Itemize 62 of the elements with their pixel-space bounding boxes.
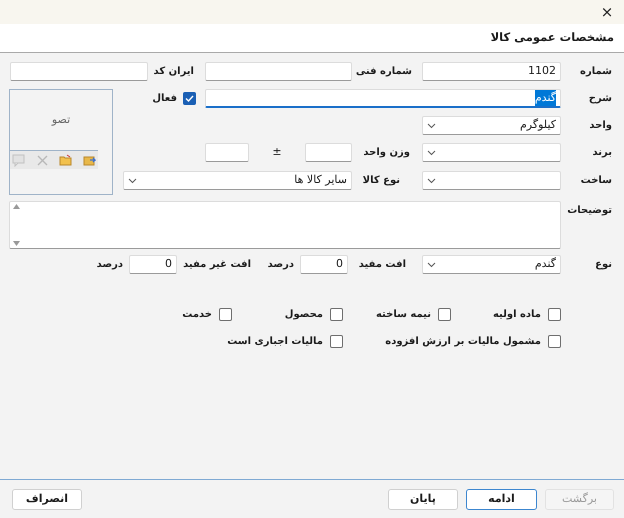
checkbox[interactable]: [330, 308, 343, 321]
input-field[interactable]: [205, 62, 352, 81]
checkbox[interactable]: [330, 335, 343, 348]
chevron-down-icon: [427, 150, 436, 156]
field-label: برند: [592, 146, 612, 160]
checkbox-label: فعال: [152, 92, 177, 106]
dropdown[interactable]: گندم: [422, 255, 561, 274]
scroll-down-icon[interactable]: [12, 241, 20, 246]
input-field[interactable]: 0: [300, 255, 348, 274]
close-button[interactable]: ×: [596, 2, 618, 22]
input-field[interactable]: 1102: [422, 62, 561, 81]
plus-minus-sign: ±: [272, 144, 282, 160]
dropdown[interactable]: کیلوگرم: [422, 116, 561, 135]
chevron-down-icon: [128, 178, 137, 184]
dialog-button[interactable]: انصراف: [12, 488, 82, 510]
scroll-up-icon[interactable]: [12, 204, 20, 209]
input-field[interactable]: [10, 62, 148, 81]
checkbox-label: ماده اولیه: [492, 308, 541, 322]
dropdown-value: گندم: [534, 256, 556, 272]
chevron-down-icon: [427, 178, 436, 184]
field-label: ساخت: [580, 174, 612, 188]
folder-icon[interactable]: [59, 154, 72, 166]
dropdown[interactable]: [422, 143, 561, 162]
scrollbar[interactable]: [10, 202, 22, 248]
checkbox-label: محصول: [284, 308, 323, 322]
field-label: نوع کالا: [362, 174, 400, 188]
field-label: نوع: [595, 258, 612, 272]
dropdown-value: سایر کالا ها: [294, 172, 347, 188]
chevron-down-icon: [427, 122, 436, 128]
field-label: درصد: [96, 258, 123, 272]
checkbox[interactable]: [548, 308, 561, 321]
input-field[interactable]: 0: [129, 255, 177, 274]
input-field[interactable]: گندم: [205, 89, 561, 108]
input-field[interactable]: [205, 143, 249, 162]
field-label: شماره: [580, 65, 612, 79]
checkbox[interactable]: [183, 92, 196, 105]
dropdown[interactable]: سایر کالا ها: [123, 171, 352, 190]
checkbox[interactable]: [438, 308, 451, 321]
field-label: افت مفید: [358, 258, 406, 272]
dialog-button[interactable]: ادامه: [466, 488, 537, 510]
dropdown[interactable]: [422, 171, 561, 190]
field-label: وزن واحد: [363, 146, 410, 160]
checkbox-label: خدمت: [182, 308, 212, 322]
image-placeholder-text: تصو: [52, 112, 70, 128]
checkbox[interactable]: [548, 335, 561, 348]
checkbox[interactable]: [219, 308, 232, 321]
dialog-title: مشخصات عمومی کالا: [490, 29, 614, 46]
text-area[interactable]: [9, 201, 561, 249]
field-label: شرح: [588, 92, 612, 106]
field-label: ایران کد: [154, 65, 194, 79]
checkbox-label: مالیات اجباری است: [227, 335, 323, 349]
checkbox-label: مشمول مالیات بر ارزش افزوده: [385, 335, 541, 349]
dialog-button[interactable]: پایان: [388, 488, 458, 510]
input-field[interactable]: [305, 143, 352, 162]
field-label: افت غیر مفید: [183, 258, 251, 272]
field-label: واحد: [589, 119, 612, 133]
field-label: توضیحات: [567, 204, 612, 218]
field-label: شماره فنی: [356, 65, 412, 79]
chevron-down-icon: [427, 262, 436, 268]
dropdown-value: کیلوگرم: [520, 117, 556, 134]
field-label: درصد: [268, 258, 294, 272]
checkbox-label: نیمه ساخته: [376, 308, 431, 322]
